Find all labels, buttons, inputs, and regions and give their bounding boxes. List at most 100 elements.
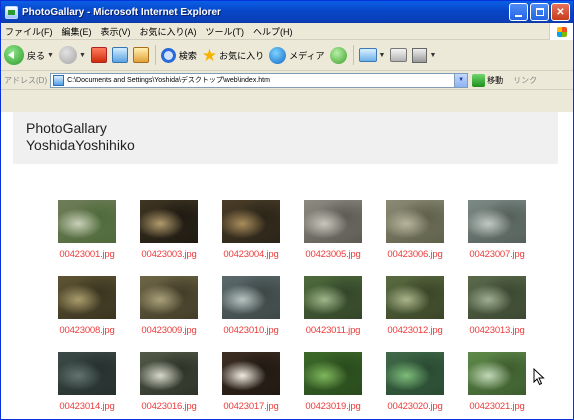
photo-link[interactable]: 00423020.jpg xyxy=(387,401,442,412)
photo-thumbnail[interactable] xyxy=(140,200,198,243)
gallery-item: 00423013.jpg xyxy=(456,276,538,352)
ie-page-icon xyxy=(5,5,18,19)
photo-thumbnail[interactable] xyxy=(58,276,116,319)
menu-help[interactable]: ヘルプ(H) xyxy=(253,25,293,38)
gallery-item: 00423014.jpg xyxy=(46,352,128,419)
media-button[interactable]: メディア xyxy=(269,46,325,64)
photo-thumbnail[interactable] xyxy=(304,352,362,395)
photo-link[interactable]: 00423010.jpg xyxy=(223,325,278,336)
media-label: メディア xyxy=(289,50,325,61)
photo-link[interactable]: 00423013.jpg xyxy=(469,325,524,336)
windows-logo-icon xyxy=(549,23,573,40)
page-content: PhotoGallary YoshidaYoshihiko 00423001.j… xyxy=(1,112,573,419)
history-button[interactable] xyxy=(329,46,347,64)
menu-view[interactable]: 表示(V) xyxy=(101,25,131,38)
photo-thumbnail[interactable] xyxy=(386,352,444,395)
menu-tools[interactable]: ツール(T) xyxy=(206,25,245,38)
chevron-down-icon[interactable]: ▼ xyxy=(379,52,386,59)
media-icon xyxy=(269,46,287,64)
favorites-button[interactable]: ★ お気に入り xyxy=(202,47,264,64)
gallery-item: 00423010.jpg xyxy=(210,276,292,352)
photo-thumbnail[interactable] xyxy=(140,352,198,395)
gallery-item: 00423017.jpg xyxy=(210,352,292,419)
mail-button[interactable]: ▼ xyxy=(358,48,386,62)
edit-button[interactable]: ▼ xyxy=(412,47,436,63)
photo-link[interactable]: 00423012.jpg xyxy=(387,325,442,336)
forward-button[interactable]: ▼ xyxy=(58,46,86,64)
address-dropdown-icon[interactable]: ▼ xyxy=(454,73,468,87)
printer-icon xyxy=(390,48,408,62)
photo-link[interactable]: 00423011.jpg xyxy=(306,325,361,336)
gallery-item: 00423005.jpg xyxy=(292,200,374,276)
refresh-button[interactable] xyxy=(111,47,128,63)
search-label: 検索 xyxy=(178,50,197,61)
photo-thumbnail[interactable] xyxy=(58,352,116,395)
chevron-down-icon[interactable]: ▼ xyxy=(47,52,54,59)
gallery-item: 00423009.jpg xyxy=(128,276,210,352)
gallery-item: 00423011.jpg xyxy=(292,276,374,352)
address-label: アドレス(D) xyxy=(4,75,48,85)
photo-link[interactable]: 00423006.jpg xyxy=(387,249,442,260)
print-button[interactable] xyxy=(390,48,408,62)
chevron-down-icon[interactable]: ▼ xyxy=(429,52,436,59)
photo-thumbnail[interactable] xyxy=(386,200,444,243)
gallery-item: 00423019.jpg xyxy=(292,352,374,419)
maximize-button[interactable] xyxy=(530,3,549,21)
close-button[interactable]: ✕ xyxy=(551,3,570,21)
back-button[interactable]: 戻る ▼ xyxy=(4,45,54,65)
menu-favorites[interactable]: お気に入り(A) xyxy=(140,25,197,38)
mouse-cursor-icon xyxy=(533,367,545,386)
go-button[interactable]: 移動 xyxy=(472,73,503,87)
gallery-item: 00423006.jpg xyxy=(374,200,456,276)
history-icon xyxy=(329,46,347,64)
photo-link[interactable]: 00423017.jpg xyxy=(223,401,278,412)
gallery-item: 00423012.jpg xyxy=(374,276,456,352)
links-label[interactable]: リンク xyxy=(513,75,537,86)
search-button[interactable]: 検索 xyxy=(160,47,197,63)
chevron-down-icon[interactable]: ▼ xyxy=(79,52,86,59)
back-label: 戻る xyxy=(27,50,46,61)
photo-thumbnail[interactable] xyxy=(468,352,526,395)
photo-gallery: 00423001.jpg 00423003.jpg 00423004.jpg 0042… xyxy=(46,200,538,419)
photo-link[interactable]: 00423016.jpg xyxy=(141,401,196,412)
photo-link[interactable]: 00423008.jpg xyxy=(59,325,114,336)
edit-icon xyxy=(412,47,428,63)
menu-edit[interactable]: 編集(E) xyxy=(62,25,92,38)
photo-link[interactable]: 00423005.jpg xyxy=(305,249,360,260)
photo-link[interactable]: 00423014.jpg xyxy=(59,401,114,412)
photo-link[interactable]: 00423004.jpg xyxy=(223,249,278,260)
photo-thumbnail[interactable] xyxy=(140,276,198,319)
gallery-item: 00423004.jpg xyxy=(210,200,292,276)
stop-icon xyxy=(90,47,107,63)
home-button[interactable] xyxy=(132,47,149,63)
photo-link[interactable]: 00423007.jpg xyxy=(469,249,524,260)
mail-icon xyxy=(358,48,377,62)
stop-button[interactable] xyxy=(90,47,107,63)
toolbar-divider xyxy=(154,45,156,65)
address-input[interactable]: C:\Documents and Settings\Yoshida\デスクトップ… xyxy=(50,72,469,88)
photo-link[interactable]: 00423003.jpg xyxy=(141,249,196,260)
photo-thumbnail[interactable] xyxy=(468,276,526,319)
photo-thumbnail[interactable] xyxy=(304,276,362,319)
photo-link[interactable]: 00423021.jpg xyxy=(469,401,524,412)
photo-link[interactable]: 00423009.jpg xyxy=(141,325,196,336)
gallery-item: 00423016.jpg xyxy=(128,352,210,419)
photo-thumbnail[interactable] xyxy=(222,276,280,319)
address-bar: アドレス(D) C:\Documents and Settings\Yoshid… xyxy=(1,71,573,90)
minimize-button[interactable] xyxy=(509,3,528,21)
photo-thumbnail[interactable] xyxy=(468,200,526,243)
gallery-item: 00423003.jpg xyxy=(128,200,210,276)
photo-thumbnail[interactable] xyxy=(222,200,280,243)
maximize-icon xyxy=(535,8,544,16)
page-icon xyxy=(53,74,65,86)
photo-link[interactable]: 00423019.jpg xyxy=(305,401,360,412)
photo-thumbnail[interactable] xyxy=(304,200,362,243)
title-bar[interactable]: PhotoGallary - Microsoft Internet Explor… xyxy=(1,1,573,23)
menu-file[interactable]: ファイル(F) xyxy=(5,25,53,38)
photo-thumbnail[interactable] xyxy=(222,352,280,395)
photo-link[interactable]: 00423001.jpg xyxy=(59,249,114,260)
photo-thumbnail[interactable] xyxy=(386,276,444,319)
photo-thumbnail[interactable] xyxy=(58,200,116,243)
close-icon: ✕ xyxy=(556,6,565,18)
search-icon xyxy=(160,47,176,63)
